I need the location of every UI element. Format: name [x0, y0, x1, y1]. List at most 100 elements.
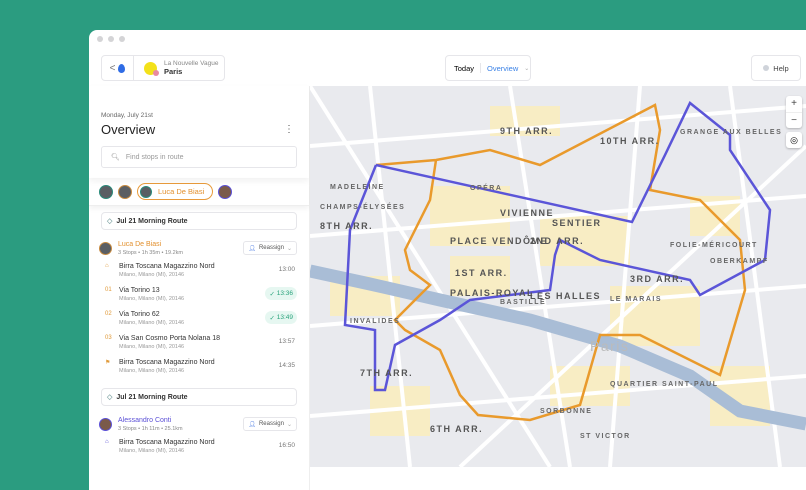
reassign-button[interactable]: 👤︎ Reassign ⌄ [243, 417, 297, 431]
stop-row[interactable]: 03 Via San Cosmo Porta Nolana 18 Milano, M… [105, 335, 297, 354]
help-icon [763, 65, 770, 71]
window-controls [97, 36, 125, 42]
stop-index: ⚑ [105, 360, 111, 366]
stop-row[interactable]: 02 Via Torino 62 Milano, Milano (MI), 2014… [105, 311, 297, 330]
locate-button[interactable]: ◎ [786, 132, 802, 148]
stop-address: Milano, Milano (MI), 20146 [119, 448, 185, 454]
stop-index: 01 [105, 287, 112, 293]
route-header[interactable]: ◇ Jul 21 Morning Route [101, 388, 297, 406]
route-meta: 3 Stops • 1h 11m • 25.1km [118, 425, 183, 432]
stop-address: Milano, Milano (MI), 20146 [119, 368, 185, 374]
stop-time: 13:36 [276, 290, 293, 297]
avatar [99, 241, 112, 255]
map-label: FOLIE-MÉRICOURT [670, 240, 758, 249]
target-icon: ◎ [790, 135, 798, 145]
map-canvas: 9TH ARR. 10TH ARR. 8TH ARR. VIVIENNESENTIER… [310, 86, 806, 467]
map[interactable]: 9TH ARR. 10TH ARR. 8TH ARR. VIVIENNE SENTIER… [310, 86, 806, 467]
map-label: PLACE VENDÔME [450, 235, 548, 246]
driver-row: Luca De Biasi 3 Stops • 1h 35m • 19.2km 👤︎… [99, 238, 297, 258]
stop-address: Milano, Milano (MI), 20146 [119, 344, 185, 350]
stop-time: 14:35 [278, 362, 295, 369]
avatar [99, 417, 112, 431]
map-label: 10TH ARR. [600, 136, 660, 146]
route-icon: ◇ [107, 394, 113, 401]
stop-index: 03 [105, 335, 112, 341]
map-label: QUARTIER SAINT-PAUL [610, 381, 718, 388]
chevron-down-icon: ⌄ [524, 65, 530, 72]
map-label: INVALIDES [350, 318, 400, 325]
map-label: CHAMPS-ÉLYSÉES [320, 202, 405, 211]
zoom-out-button[interactable]: − [786, 112, 802, 128]
stop-name: Birra Toscana Magazzino Nord [119, 439, 215, 446]
search-icon: 🔍︎ [111, 154, 120, 161]
more-options-icon[interactable]: ⋮ [284, 124, 294, 135]
stop-row[interactable]: ⌂ Birra Toscana Magazzino Nord Milano, Mil… [105, 439, 297, 458]
driver-avatar[interactable] [218, 184, 233, 199]
map-label: SENTIER [552, 218, 602, 228]
map-label: LE MARAIS [610, 296, 662, 303]
view-label: Overview [487, 63, 519, 73]
stop-index: ⌂ [105, 439, 109, 445]
driver-name: Luca De Biasi [118, 240, 162, 248]
view-dropdown[interactable]: Today Overview ⌄ [445, 55, 531, 81]
company-name: La Nouvelle Vague [164, 60, 219, 67]
stop-name: Birra Toscana Magazzino Nord [119, 263, 215, 270]
city-name: Paris [164, 67, 183, 76]
stop-name: Via San Cosmo Porta Nolana 18 [119, 335, 221, 342]
stop-time: 13:49 [276, 314, 293, 321]
stop-time: 16:50 [278, 442, 295, 449]
stop-row[interactable]: ⌂ Birra Toscana Magazzino Nord Milano, Mil… [105, 263, 297, 282]
search-input[interactable]: 🔍︎ Find stops in route [101, 146, 297, 168]
map-label: Paris [590, 338, 629, 354]
date-label: Monday, July 21st [101, 112, 153, 119]
map-label: 8TH ARR. [320, 221, 373, 231]
stop-time: 13:57 [278, 338, 295, 345]
avatar [140, 185, 152, 198]
driver-name: Luca De Biasi [158, 187, 205, 196]
driver-avatar[interactable] [118, 184, 132, 199]
route-meta: 3 Stops • 1h 35m • 19.2km [118, 249, 183, 256]
stop-name: Birra Toscana Magazzino Nord [119, 359, 215, 366]
back-button[interactable]: < [102, 56, 134, 80]
map-label: ST VICTOR [580, 433, 631, 440]
chevron-left-icon: < [109, 62, 116, 74]
driver-filter: Luca De Biasi [89, 178, 309, 206]
stop-index: ⌂ [105, 263, 109, 269]
zoom-controls: + − [786, 96, 802, 128]
map-label: PALAIS-ROYAL [450, 288, 534, 298]
route-name: Jul 21 Morning Route [116, 217, 188, 225]
company-logo [144, 61, 159, 76]
help-label: Help [773, 63, 789, 73]
zoom-in-button[interactable]: + [786, 96, 802, 112]
map-label: 1ST ARR. [455, 268, 508, 278]
location-selector[interactable]: < La Nouvelle Vague Paris [101, 55, 225, 81]
map-label: GRANGE AUX BELLES [680, 129, 782, 136]
sidebar: Monday, July 21st Overview ⋮ 🔍︎ Find stop… [89, 86, 310, 490]
reassign-button[interactable]: 👤︎ Reassign ⌄ [243, 241, 297, 255]
reassign-label: Reassign [258, 421, 284, 427]
help-button[interactable]: Help [751, 55, 801, 81]
completed-time-badge: ✓ 13:49 [265, 311, 297, 324]
stop-row[interactable]: 01 Via Torino 13 Milano, Milano (MI), 2014… [105, 287, 297, 306]
map-label: MADELEINE [330, 184, 385, 191]
stop-address: Milano, Milano (MI), 20146 [119, 320, 185, 326]
stop-name: Via Torino 13 [119, 287, 160, 294]
pin-icon [118, 63, 126, 73]
driver-avatar[interactable] [99, 184, 113, 199]
map-label: OBERKAMPF [710, 258, 769, 265]
stop-index: 02 [105, 311, 112, 317]
map-label: 3RD ARR. [630, 274, 684, 284]
route-header[interactable]: ◇ Jul 21 Morning Route [101, 212, 297, 230]
user-icon: 👤︎ [248, 245, 256, 252]
selected-driver-chip[interactable]: Luca De Biasi [137, 183, 214, 200]
page-title: Overview [101, 122, 156, 137]
map-label: BASTILLE [500, 299, 546, 306]
map-label: OPÉRA [470, 183, 502, 192]
search-placeholder: Find stops in route [125, 153, 184, 161]
map-label: 7TH ARR. [360, 368, 413, 378]
stop-row[interactable]: ⚑ Birra Toscana Magazzino Nord Milano, Mil… [105, 359, 297, 378]
map-label: VIVIENNE [500, 208, 554, 218]
map-label: 6TH ARR. [430, 424, 483, 434]
map-label: SORBONNE [540, 408, 592, 415]
header: < La Nouvelle Vague Paris Today Overview ⌄ … [89, 48, 806, 86]
